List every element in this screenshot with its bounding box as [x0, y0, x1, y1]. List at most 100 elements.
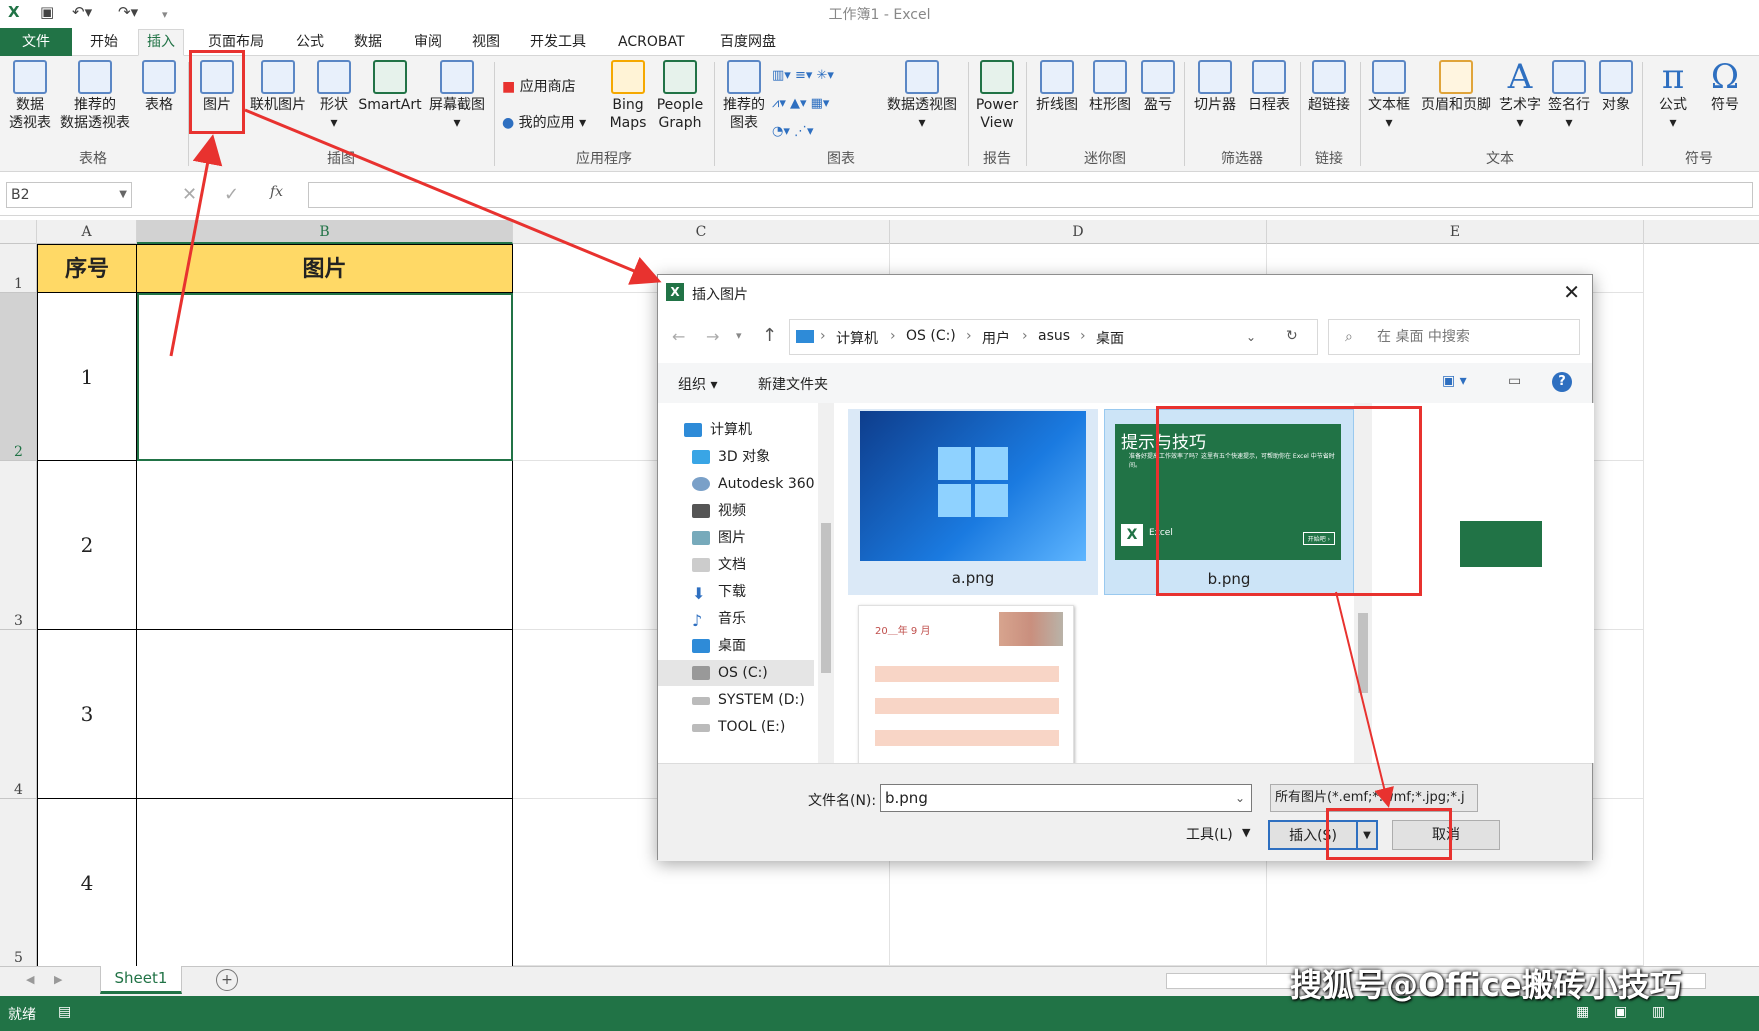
office-store-button[interactable]: ■ 应用商店 — [502, 76, 576, 96]
smartart-button[interactable]: SmartArt — [356, 56, 424, 114]
tab-data[interactable]: 数据 — [352, 32, 384, 56]
column-header-d[interactable]: D — [890, 220, 1267, 244]
shapes-button[interactable]: 形状 ▾ — [312, 56, 356, 132]
close-icon[interactable]: ✕ — [1563, 280, 1580, 304]
nav-item-system-d[interactable]: SYSTEM (D:) — [692, 687, 832, 713]
tab-acrobat[interactable]: ACROBAT — [616, 32, 687, 56]
file-item-a[interactable]: a.png — [848, 409, 1098, 595]
forward-icon[interactable]: → — [706, 327, 719, 346]
table-button[interactable]: 表格 — [136, 56, 182, 114]
chevron-down-icon[interactable]: ▼ — [119, 183, 127, 207]
nav-item-videos[interactable]: 视频 — [692, 498, 832, 524]
recommended-pivottable-button[interactable]: 推荐的 数据透视表 — [56, 56, 134, 132]
pivottable-button[interactable]: 数据 透视表 — [4, 56, 56, 132]
index-cell[interactable]: 4 — [37, 799, 137, 967]
address-bar[interactable]: › 计算机 › OS (C:) › 用户 › asus › 桌面 ⌄ ↻ — [789, 319, 1318, 355]
picture-cell[interactable] — [137, 630, 513, 799]
up-icon[interactable]: ↑ — [762, 325, 777, 346]
nav-item-pictures[interactable]: 图片 — [692, 525, 832, 551]
row-header-1[interactable]: 1 — [0, 244, 37, 293]
symbol-button[interactable]: Ω 符号 — [1700, 56, 1750, 114]
file-item-calendar[interactable]: 20＿年 9 月 — [858, 605, 1074, 763]
pivotchart-button[interactable]: 数据透视图 ▾ — [880, 56, 964, 132]
timeline-button[interactable]: 日程表 — [1242, 56, 1296, 114]
wordart-button[interactable]: A 艺术字 ▾ — [1496, 56, 1544, 132]
tab-developer[interactable]: 开发工具 — [528, 32, 588, 56]
equation-button[interactable]: π 公式 ▾ — [1648, 56, 1698, 132]
view-options-icon[interactable]: ▣ ▾ — [1442, 373, 1467, 389]
sparkline-line-button[interactable]: 折线图 — [1030, 56, 1084, 114]
nav-item-desktop[interactable]: 桌面 — [692, 633, 832, 659]
tab-baidu-netdisk[interactable]: 百度网盘 — [718, 32, 778, 56]
column-header-a[interactable]: A — [37, 220, 137, 244]
new-folder-button[interactable]: 新建文件夹 — [758, 374, 828, 394]
nav-item-music[interactable]: ♪ 音乐 — [692, 606, 832, 632]
recent-chevron-icon[interactable]: ▾ — [736, 329, 742, 342]
organize-menu[interactable]: 组织 ▾ — [678, 374, 717, 394]
online-pictures-button[interactable]: 联机图片 — [244, 56, 312, 114]
nav-item-downloads[interactable]: ⬇ 下载 — [692, 579, 832, 605]
nav-item-os-c[interactable]: OS (C:) — [658, 660, 814, 686]
tab-home[interactable]: 开始 — [88, 32, 120, 56]
index-cell[interactable]: 3 — [37, 630, 137, 799]
header-cell-picture[interactable]: 图片 — [137, 244, 513, 293]
signature-line-button[interactable]: 签名行 ▾ — [1544, 56, 1594, 132]
index-cell[interactable]: 1 — [37, 293, 137, 461]
row-header-5[interactable]: 5 — [0, 799, 37, 967]
search-input[interactable]: ⌕ 在 桌面 中搜索 — [1328, 319, 1580, 355]
macro-record-icon[interactable]: ▤ — [58, 1004, 71, 1020]
power-view-button[interactable]: Power View — [972, 56, 1022, 132]
row-header-2[interactable]: 2 — [0, 293, 37, 461]
file-scrollbar-thumb[interactable] — [1358, 613, 1368, 693]
slicer-button[interactable]: 切片器 — [1188, 56, 1242, 114]
header-cell-index[interactable]: 序号 — [37, 244, 137, 293]
back-icon[interactable]: ← — [672, 327, 685, 346]
cancel-entry-icon[interactable]: ✕ — [182, 184, 197, 205]
tab-review[interactable]: 审阅 — [412, 32, 444, 56]
picture-cell-selected[interactable] — [137, 293, 513, 461]
my-addins-button[interactable]: ● 我的应用 ▾ — [502, 112, 586, 132]
object-button[interactable]: 对象 — [1594, 56, 1638, 114]
breadcrumb-item[interactable]: asus — [1038, 328, 1070, 344]
page-layout-view-icon[interactable]: ▣ — [1614, 1004, 1627, 1020]
formula-input[interactable] — [308, 182, 1753, 208]
nav-item-3d-objects[interactable]: 3D 对象 — [692, 444, 832, 470]
index-cell[interactable]: 2 — [37, 461, 137, 630]
refresh-icon[interactable]: ↻ — [1286, 328, 1298, 344]
nav-item-computer[interactable]: 计算机 — [684, 417, 824, 443]
bing-maps-button[interactable]: Bing Maps — [606, 56, 650, 132]
chevron-down-icon[interactable]: ⌄ — [1235, 785, 1245, 811]
breadcrumb-item[interactable]: 用户 — [982, 328, 1010, 348]
preview-pane-icon[interactable]: ▭ — [1508, 373, 1521, 389]
chevron-down-icon[interactable]: ⌄ — [1246, 330, 1256, 344]
column-header-c[interactable]: C — [513, 220, 890, 244]
recommended-charts-button[interactable]: 推荐的 图表 — [718, 56, 770, 132]
chart-type-icons[interactable]: ▥▾ ≡▾ ✳▾ ⩘▾ ▲▾ ▦▾ ◔▾ ⋰▾ — [772, 62, 834, 146]
chevron-down-icon[interactable]: ▼ — [1242, 826, 1250, 839]
breadcrumb-item[interactable]: 计算机 — [836, 328, 878, 348]
select-all-corner[interactable] — [0, 220, 37, 244]
page-break-view-icon[interactable]: ▥ — [1652, 1004, 1665, 1020]
filename-input[interactable]: b.png ⌄ — [880, 784, 1252, 812]
tools-menu[interactable]: 工具(L) — [1186, 824, 1233, 844]
enter-entry-icon[interactable]: ✓ — [224, 184, 239, 205]
picture-cell[interactable] — [137, 461, 513, 630]
textbox-button[interactable]: 文本框 ▾ — [1362, 56, 1416, 132]
breadcrumb-item[interactable]: 桌面 — [1096, 328, 1124, 348]
insert-function-icon[interactable]: fx — [270, 184, 283, 200]
tab-formulas[interactable]: 公式 — [294, 32, 326, 56]
column-header-e[interactable]: E — [1267, 220, 1644, 244]
header-footer-button[interactable]: 页眉和页脚 — [1416, 56, 1496, 114]
scroll-left-icon[interactable]: ◀ — [26, 973, 34, 986]
nav-item-tool-e[interactable]: TOOL (E:) — [692, 714, 832, 740]
sparkline-column-button[interactable]: 柱形图 — [1084, 56, 1136, 114]
sheet-tab[interactable]: Sheet1 — [100, 966, 182, 994]
column-header-b[interactable]: B — [137, 220, 513, 244]
hyperlink-button[interactable]: 超链接 — [1302, 56, 1356, 114]
row-header-4[interactable]: 4 — [0, 630, 37, 799]
nav-scrollbar-thumb[interactable] — [821, 523, 831, 673]
help-icon[interactable]: ? — [1552, 372, 1572, 392]
add-sheet-icon[interactable]: + — [216, 969, 238, 991]
tab-view[interactable]: 视图 — [470, 32, 502, 56]
name-box[interactable]: B2 ▼ — [6, 182, 132, 208]
